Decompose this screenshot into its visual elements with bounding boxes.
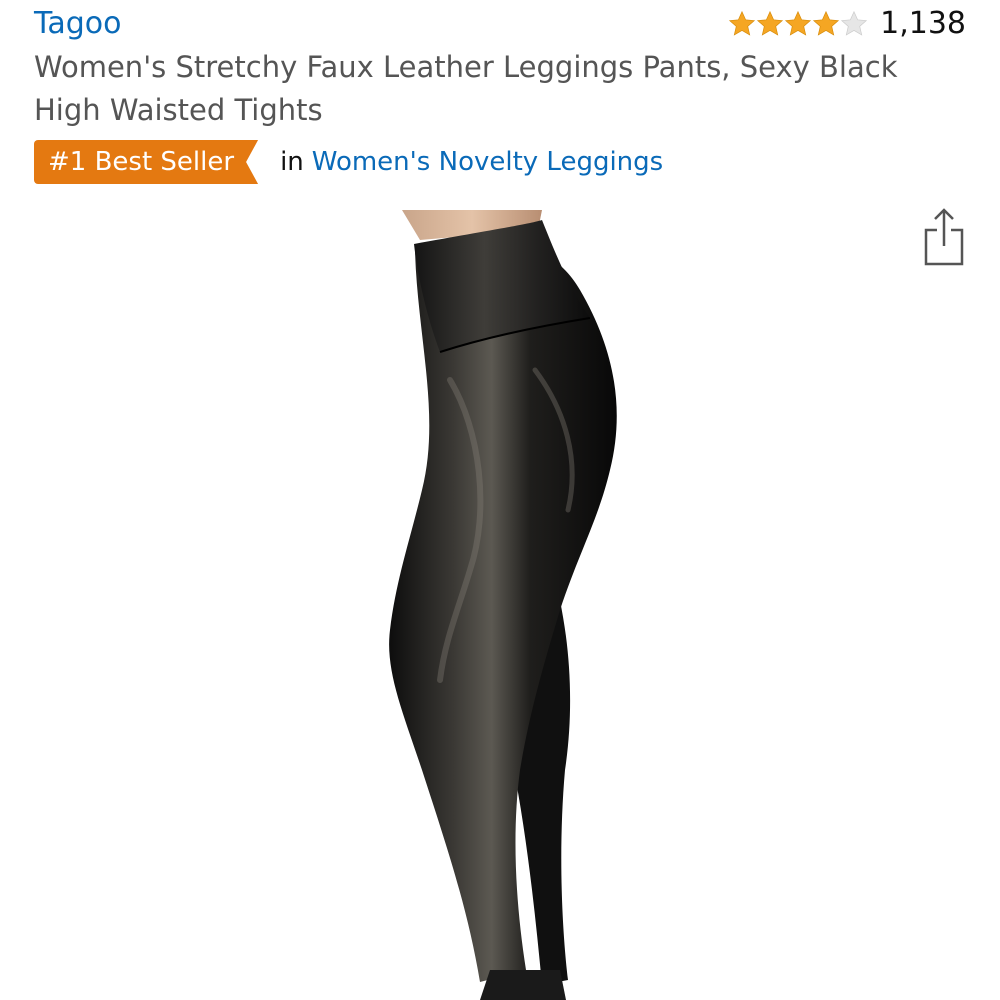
star-rating (728, 10, 868, 38)
star-icon (813, 10, 840, 36)
star-icon (841, 10, 868, 36)
star-icon (757, 10, 784, 36)
category-link[interactable]: Women's Novelty Leggings (312, 147, 663, 177)
rating-summary[interactable]: 1,138 (728, 4, 966, 44)
product-detail-page: Tagoo 1,138 Women's Stretchy Faux Leathe… (0, 0, 1000, 1000)
best-seller-badge[interactable]: #1 Best Seller (34, 140, 258, 184)
product-title: Women's Stretchy Faux Leather Leggings P… (34, 50, 898, 127)
share-icon[interactable] (920, 206, 968, 268)
badge-in-text: in (280, 147, 304, 177)
best-seller-row: #1 Best Seller in Women's Novelty Leggin… (34, 140, 663, 184)
star-icon (785, 10, 812, 36)
star-icon (729, 10, 756, 36)
review-count: 1,138 (880, 6, 966, 41)
brand-link[interactable]: Tagoo (34, 4, 122, 44)
product-image[interactable] (330, 210, 690, 1000)
